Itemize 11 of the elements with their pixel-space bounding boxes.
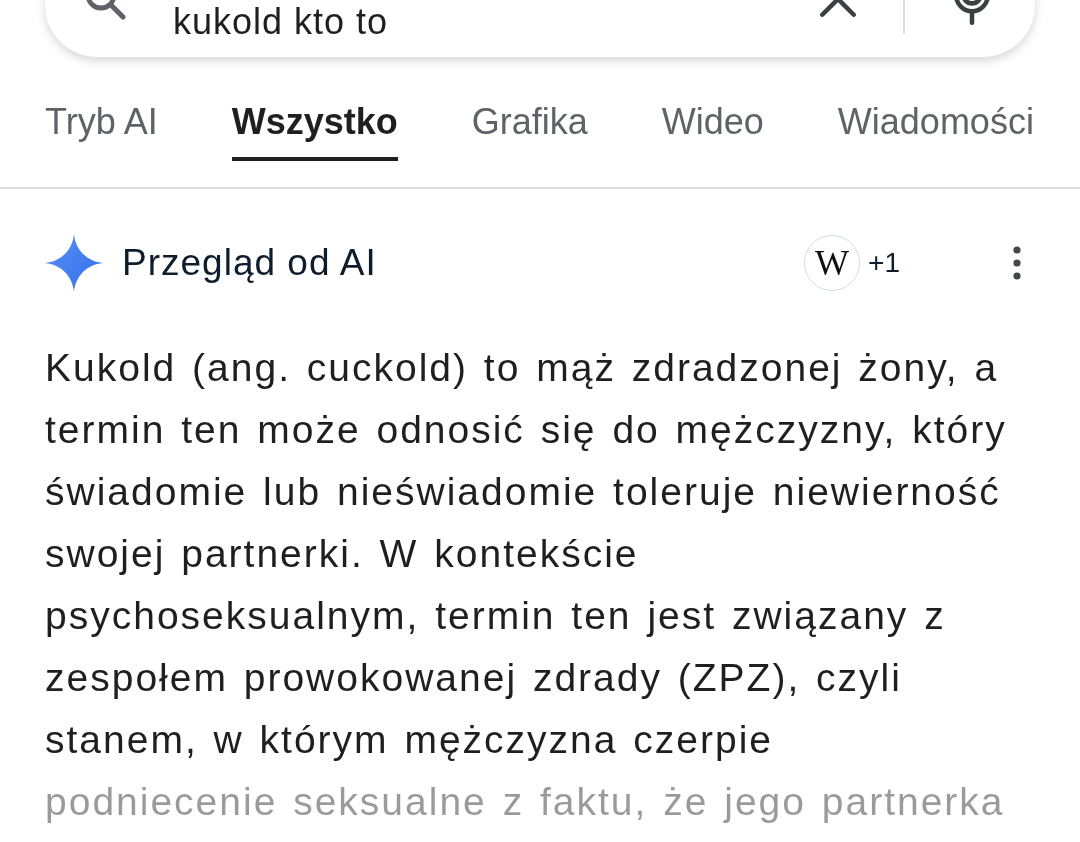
- search-input[interactable]: kukold kto to: [173, 1, 817, 43]
- sparkle-icon: [45, 234, 103, 292]
- ai-overview-title: Przegląd od AI: [122, 241, 377, 285]
- tab[interactable]: Tryb AI: [45, 102, 158, 161]
- tab[interactable]: Wideo: [661, 102, 764, 161]
- tab[interactable]: Wiadomości: [837, 102, 1034, 161]
- tab[interactable]: Grafika: [471, 102, 588, 161]
- source-logo[interactable]: W: [804, 235, 861, 291]
- source-count-text: +1: [868, 246, 900, 280]
- more-options-icon[interactable]: [1012, 246, 1022, 280]
- tab[interactable]: Wszystko: [231, 102, 398, 161]
